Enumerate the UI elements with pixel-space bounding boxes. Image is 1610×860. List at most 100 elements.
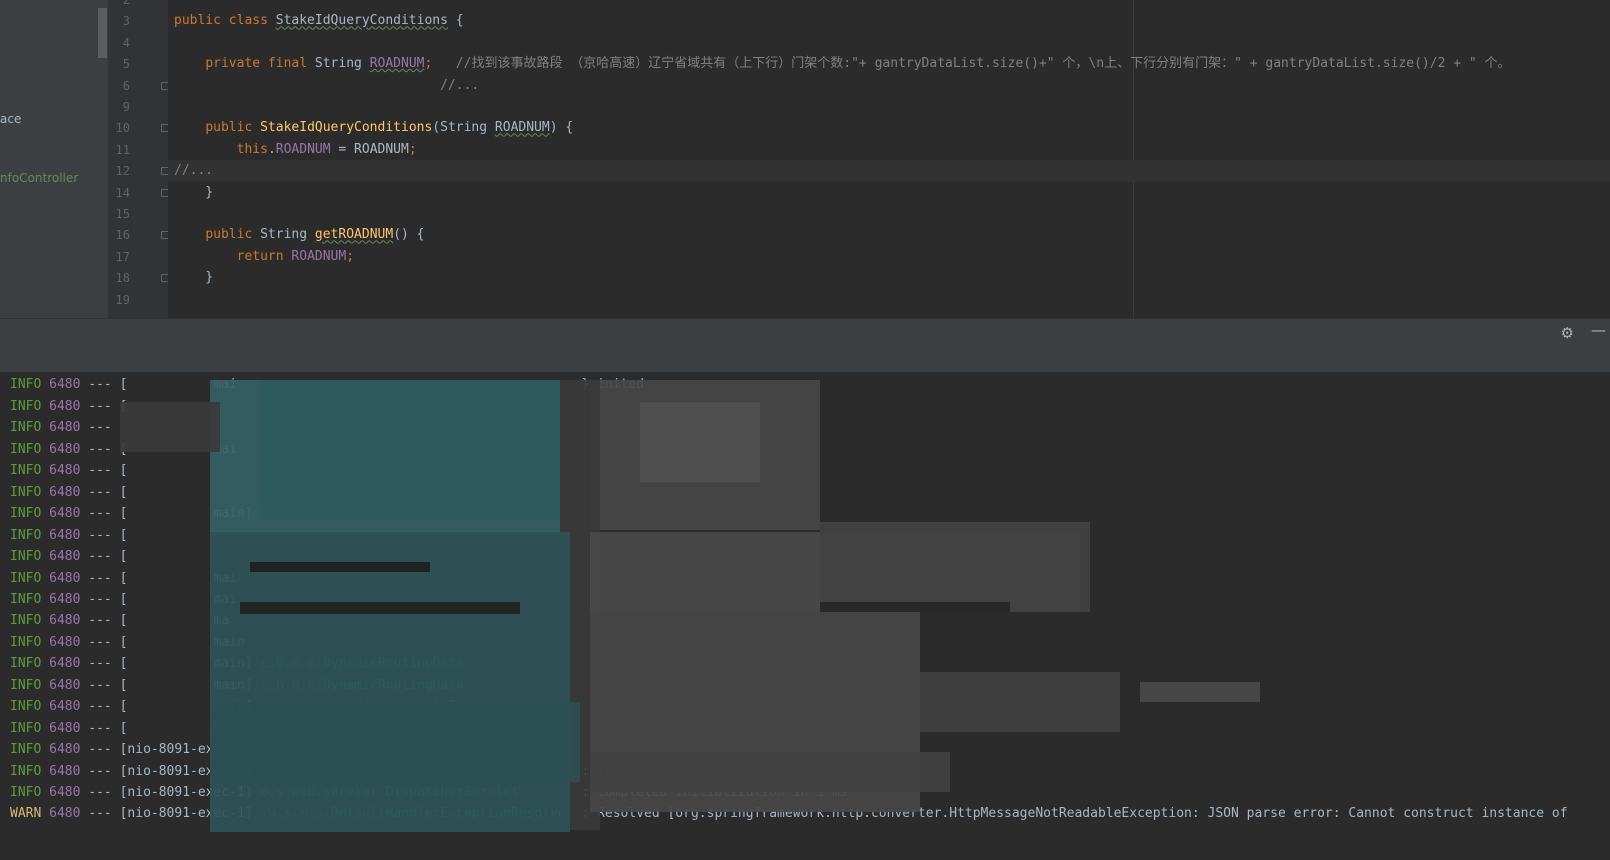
code-token: ROADNUM: [494, 120, 550, 136]
log-thread: [: [119, 549, 128, 565]
log-level: INFO: [10, 441, 50, 457]
line-number: 6: [122, 78, 130, 93]
code-token: () {: [393, 227, 425, 243]
code-line[interactable]: public class StakeIdQueryConditions {: [174, 10, 464, 32]
redaction-block: [1140, 682, 1260, 702]
log-level: INFO: [10, 549, 50, 565]
log-level: INFO: [10, 613, 50, 629]
code-editor[interactable]: public class StakeIdQueryConditions { pr…: [168, 0, 1610, 318]
line-number: 2: [122, 0, 130, 7]
code-line[interactable]: //...: [174, 160, 213, 182]
redaction-block: [120, 402, 220, 452]
log-separator: ---: [80, 506, 120, 522]
gear-icon[interactable]: ⚙: [1561, 324, 1574, 342]
log-level: INFO: [10, 699, 50, 715]
log-level: INFO: [10, 527, 50, 543]
log-separator: ---: [80, 398, 120, 414]
log-pid: 6480: [49, 613, 81, 629]
log-level: INFO: [10, 677, 50, 693]
log-row: INFO 6480 --- [ ma: [10, 610, 229, 632]
log-level: INFO: [10, 591, 50, 607]
log-pid: 6480: [49, 398, 81, 414]
minimize-icon[interactable]: —: [1591, 321, 1606, 339]
code-line[interactable]: this.ROADNUM = ROADNUM;: [174, 139, 417, 161]
log-separator: ---: [80, 699, 120, 715]
log-separator: ---: [80, 570, 120, 586]
run-tool-window-header: ⚙ —: [0, 318, 1610, 348]
project-panel: ace nfoController: [0, 0, 108, 318]
log-separator: ---: [80, 527, 120, 543]
log-level: WARN: [10, 806, 50, 822]
log-level: INFO: [10, 634, 50, 650]
log-separator: ---: [80, 484, 120, 500]
code-line[interactable]: }: [174, 182, 213, 204]
log-level: INFO: [10, 398, 50, 414]
log-row: INFO 6480 --- [: [10, 546, 127, 568]
code-token: StakeIdQueryConditions: [260, 120, 433, 136]
log-separator: ---: [80, 677, 120, 693]
project-item[interactable]: ace: [0, 112, 21, 126]
code-line[interactable]: public String getROADNUM() {: [174, 224, 425, 246]
redaction-block: [240, 602, 520, 614]
log-separator: ---: [80, 441, 120, 457]
log-pid: 6480: [49, 549, 81, 565]
log-pid: 6480: [49, 377, 81, 393]
log-row: INFO 6480 --- [ ma: [10, 718, 229, 740]
code-token: (String: [432, 120, 495, 136]
code-token: ;: [408, 141, 417, 157]
redaction-block: [210, 702, 580, 782]
project-scrollbar[interactable]: [98, 8, 107, 58]
log-row: INFO 6480 --- [ mai: [10, 589, 237, 611]
code-line[interactable]: private final String ROADNUM; //找到该事故路段 …: [174, 53, 1511, 75]
code-token: getROADNUM: [314, 227, 394, 243]
right-margin-guide: [1133, 0, 1134, 318]
line-number: 5: [122, 57, 130, 72]
log-pid: 6480: [49, 720, 81, 736]
current-line-highlight: [168, 160, 1610, 183]
log-thread: [: [119, 527, 128, 543]
log-pid: 6480: [49, 570, 81, 586]
console-output[interactable]: INFO 6480 --- [ main] w.s.c.ServletWebSe…: [0, 372, 1610, 860]
log-separator: ---: [80, 763, 120, 779]
code-token: //找到该事故路段 （京哈高速）辽宁省域共有（上下行）门架个数:"+ gantr…: [455, 56, 1511, 72]
code-token: return: [236, 248, 292, 264]
code-token: String: [314, 56, 370, 72]
log-separator: ---: [80, 377, 120, 393]
log-pid: 6480: [49, 634, 81, 650]
log-separator: ---: [80, 613, 120, 629]
code-token: StakeIdQueryConditions: [275, 13, 448, 29]
log-pid: 6480: [49, 785, 81, 800]
log-row: INFO 6480 --- [ mai: [10, 568, 237, 590]
log-level: INFO: [10, 742, 50, 758]
redaction-block: [640, 402, 760, 482]
log-row: INFO 6480 --- [: [10, 460, 127, 482]
code-line[interactable]: return ROADNUM;: [174, 246, 354, 268]
log-separator: ---: [80, 549, 120, 565]
line-number: 17: [115, 249, 130, 264]
code-token: ROADNUM: [275, 141, 331, 157]
log-level: INFO: [10, 420, 50, 436]
code-token: ;: [346, 248, 355, 264]
log-pid: 6480: [49, 527, 81, 543]
code-token: }: [174, 184, 214, 200]
code-line[interactable]: //...: [174, 75, 479, 97]
log-row: INFO 6480 --- [: [10, 525, 127, 547]
line-number: 19: [115, 292, 130, 307]
code-line[interactable]: public StakeIdQueryConditions(String ROA…: [174, 117, 573, 139]
log-row: INFO 6480 ---: [10, 417, 120, 439]
log-pid: 6480: [49, 656, 81, 672]
project-item[interactable]: nfoController: [0, 171, 78, 185]
line-number: 11: [115, 142, 130, 157]
code-token: public class: [174, 13, 276, 29]
redaction-block: [260, 380, 560, 520]
code-line[interactable]: }: [174, 267, 213, 289]
redaction-block: [920, 672, 1120, 732]
code-token: private final: [205, 56, 315, 72]
code-token: //...: [174, 163, 214, 179]
log-level: INFO: [10, 377, 50, 393]
log-separator: ---: [80, 634, 120, 650]
log-level: INFO: [10, 656, 50, 672]
line-number: 18: [115, 271, 130, 286]
